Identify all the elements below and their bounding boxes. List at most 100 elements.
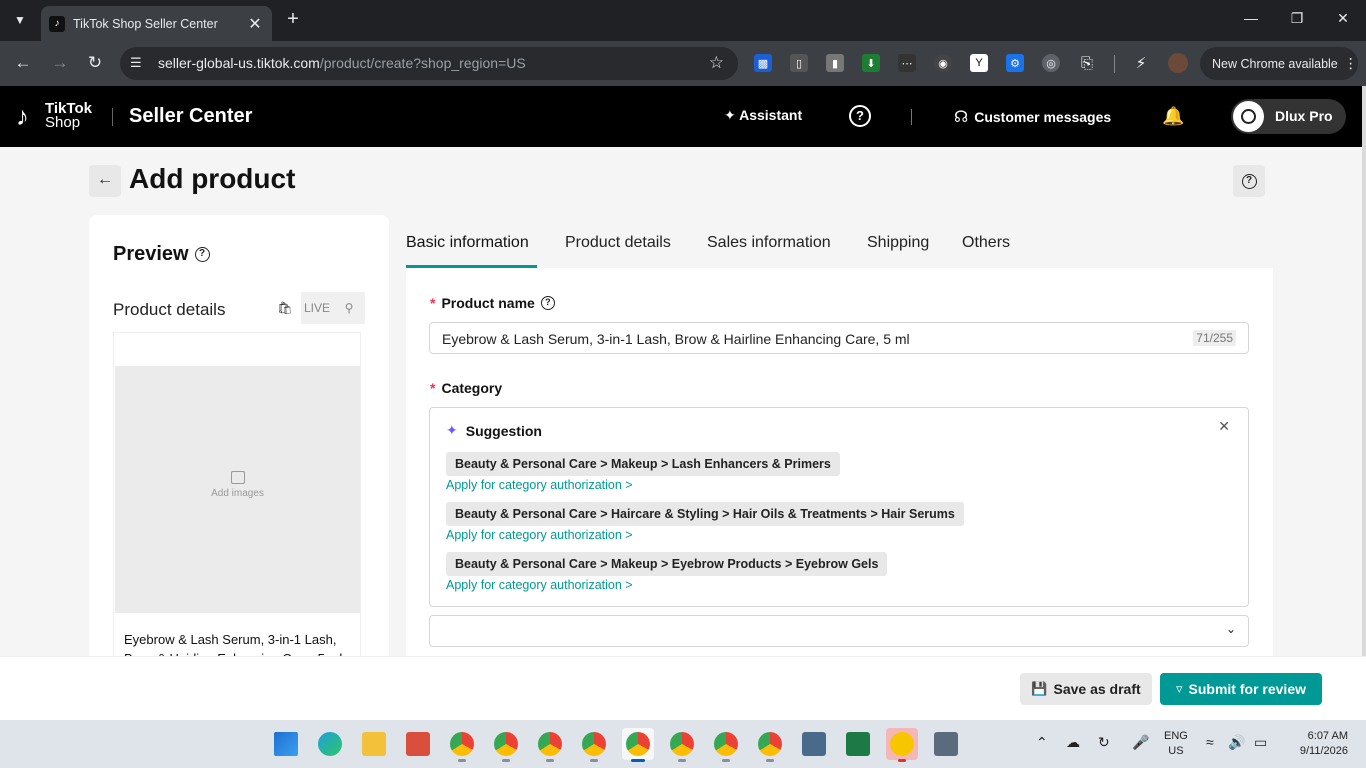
preview-title-label: Preview — [113, 243, 189, 265]
preview-help-icon[interactable]: ? — [194, 247, 210, 262]
edge-icon[interactable] — [314, 728, 346, 760]
forward-arrow-icon[interactable]: → — [48, 52, 72, 76]
extension-download-icon[interactable]: ⬇ — [862, 54, 880, 72]
extension-gear-icon[interactable]: ⚙ — [1006, 54, 1024, 72]
shopping-bag-icon[interactable]: 🛍 — [269, 292, 301, 324]
back-button[interactable]: ← — [89, 165, 121, 197]
new-chrome-available-button[interactable]: New Chrome available ⋮ — [1200, 47, 1358, 80]
extension-phone-icon[interactable]: ▯ — [790, 54, 808, 72]
chevron-down-icon: ⌄ — [1225, 622, 1236, 636]
battery-icon[interactable]: ▭ — [1254, 734, 1267, 751]
sync-icon[interactable]: ↻ — [1098, 734, 1110, 751]
extension-globe-icon[interactable]: ◎ — [1042, 54, 1060, 72]
browser-toolbar: ← → ↻ ☰ seller-global-us.tiktok.com/prod… — [0, 41, 1366, 86]
chrome-profile-icon[interactable] — [578, 728, 610, 762]
suggestion-chip[interactable]: Beauty & Personal Care > Haircare & Styl… — [446, 502, 964, 526]
suggestion-chip[interactable]: Beauty & Personal Care > Makeup > Eyebro… — [446, 552, 888, 576]
chrome-profile-m-icon[interactable] — [446, 728, 478, 762]
browser-tab[interactable]: ♪ TikTok Shop Seller Center ✕ — [41, 6, 272, 41]
remote-desktop-icon[interactable] — [798, 728, 830, 760]
clock-time: 6:07 AM — [1307, 730, 1348, 742]
snipping-tool-icon[interactable] — [402, 728, 434, 760]
page-help-button[interactable]: ? — [1233, 165, 1265, 197]
category-select[interactable]: ⌄ — [429, 615, 1249, 647]
preview-product-details-label: Product details — [113, 300, 226, 319]
site-info-icon[interactable]: ☰ — [130, 55, 142, 71]
chat-app-icon[interactable] — [886, 728, 918, 762]
profile-avatar[interactable] — [1168, 53, 1188, 73]
page-scrollbar[interactable] — [1362, 86, 1366, 656]
apply-authorization-link[interactable]: Apply for category authorization > — [446, 528, 633, 542]
apply-authorization-link[interactable]: Apply for category authorization > — [446, 578, 633, 592]
save-as-draft-button[interactable]: 💾 Save as draft — [1020, 673, 1152, 705]
address-bar[interactable]: ☰ seller-global-us.tiktok.com/product/cr… — [120, 47, 738, 80]
back-arrow-icon[interactable]: ← — [11, 52, 35, 76]
category-suggestions: ✦ Suggestion ✕ Beauty & Personal Care > … — [429, 407, 1249, 607]
windows-taskbar: ⌃ ☁ ↻ 🎤 ENG US ≈ 🔊 ▭ 6:07 AM 9/11/2026 — [0, 720, 1366, 768]
window-minimize-icon[interactable]: — — [1240, 10, 1262, 26]
product-name-help-icon[interactable]: ? — [540, 296, 555, 310]
customer-messages-button[interactable]: ☊ Customer messages — [954, 107, 1111, 127]
seller-center-header: ♪ TikTok Shop Seller Center ✦ Assistant … — [0, 86, 1362, 147]
chrome-profile-s-icon[interactable] — [490, 728, 522, 762]
close-suggestions-icon[interactable]: ✕ — [1218, 418, 1230, 435]
category-label-text: Category — [441, 380, 503, 396]
preview-panel: Preview ? Product details 🛍 LIVE ⚲ Add i… — [89, 215, 389, 666]
extension-y-icon[interactable]: Y — [970, 54, 988, 72]
extension-dots-icon[interactable]: ⋯ — [898, 54, 916, 72]
bag-icon — [230, 471, 245, 484]
chrome-profile-h-icon[interactable] — [534, 728, 566, 762]
window-restore-icon[interactable]: ❐ — [1286, 10, 1308, 27]
onedrive-icon[interactable]: ☁ — [1066, 734, 1080, 751]
system-clock[interactable]: 6:07 AM 9/11/2026 — [1288, 729, 1348, 759]
reload-icon[interactable]: ↻ — [83, 52, 107, 76]
extensions-puzzle-icon[interactable]: ⎘ — [1078, 54, 1096, 72]
calculator-icon[interactable] — [930, 728, 962, 760]
action-bar: 💾 Save as draft ▿ Submit for review — [0, 656, 1366, 720]
live-icon[interactable]: LIVE — [301, 292, 333, 324]
tab-shipping[interactable]: Shipping — [867, 234, 929, 252]
help-icon[interactable]: ? — [849, 105, 871, 127]
send-icon: ▿ — [1176, 681, 1183, 696]
tab-others[interactable]: Others — [962, 234, 1010, 252]
account-menu[interactable]: Dlux Pro — [1231, 99, 1346, 134]
chrome-profile-2-icon[interactable] — [666, 728, 698, 762]
microphone-icon[interactable]: 🎤 — [1132, 734, 1149, 751]
file-explorer-icon[interactable] — [358, 728, 390, 760]
chrome-active-icon[interactable] — [622, 728, 654, 762]
assistant-button[interactable]: ✦ Assistant — [724, 107, 802, 124]
chrome-profile-e-icon[interactable] — [754, 728, 786, 762]
tiktok-shop-logo[interactable]: ♪ TikTok Shop — [16, 101, 92, 131]
submit-for-review-button[interactable]: ▿ Submit for review — [1160, 673, 1322, 705]
tab-close-icon[interactable]: ✕ — [244, 14, 266, 34]
tab-product-details[interactable]: Product details — [565, 234, 671, 252]
tray-overflow-icon[interactable]: ⌃ — [1036, 734, 1048, 751]
sparkle-icon: ✦ — [724, 107, 740, 123]
tab-basic-information[interactable]: Basic information — [406, 234, 529, 252]
window-close-icon[interactable]: ✕ — [1332, 10, 1354, 27]
phone-preview: Add images Eyebrow & Lash Serum, 3-in-1 … — [113, 332, 361, 666]
suggestion-chip[interactable]: Beauty & Personal Care > Makeup > Lash E… — [446, 452, 840, 476]
input-language[interactable]: ENG US — [1164, 729, 1188, 759]
product-name-input[interactable]: Eyebrow & Lash Serum, 3-in-1 Lash, Brow … — [429, 322, 1249, 354]
chrome-profile-c-icon[interactable] — [710, 728, 742, 762]
logo-text: TikTok Shop — [45, 101, 92, 130]
extension-chart-icon[interactable]: ▩ — [754, 54, 772, 72]
extension-eye-icon[interactable]: ◉ — [934, 54, 952, 72]
apply-authorization-link[interactable]: Apply for category authorization > — [446, 478, 633, 492]
tab-search-chevron-icon[interactable]: ▼ — [8, 8, 32, 32]
search-preview-icon[interactable]: ⚲ — [333, 292, 365, 324]
url-text: seller-global-us.tiktok.com/product/crea… — [158, 55, 526, 71]
wifi-icon[interactable]: ≈ — [1206, 734, 1214, 750]
windows-start-icon[interactable] — [270, 728, 302, 760]
performance-icon[interactable]: ⚡ — [1132, 54, 1150, 72]
excel-icon[interactable] — [842, 728, 874, 760]
product-name-label: * Product name ? — [430, 295, 555, 311]
tab-sales-information[interactable]: Sales information — [707, 234, 831, 252]
bookmark-star-icon[interactable]: ☆ — [709, 53, 724, 73]
page-title: Add product — [129, 163, 296, 194]
notification-bell-icon[interactable]: 🔔 — [1162, 106, 1184, 127]
volume-icon[interactable]: 🔊 — [1228, 734, 1245, 751]
new-tab-button[interactable]: + — [282, 8, 304, 32]
extension-doc-icon[interactable]: ▮ — [826, 54, 844, 72]
